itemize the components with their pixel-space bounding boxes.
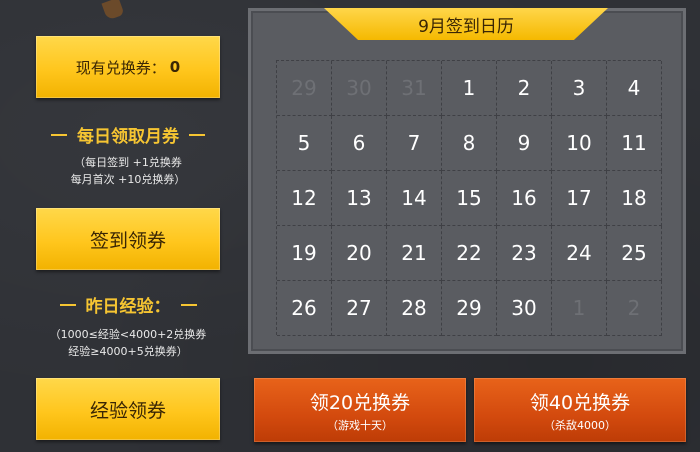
voucher-count-box: 现有兑换券： 0 — [36, 36, 220, 98]
calendar-day[interactable]: 12 — [277, 171, 332, 226]
exp-note-line: （1000≤经验<4000+2兑换券 — [49, 328, 207, 341]
calendar-day[interactable]: 21 — [387, 226, 442, 281]
calendar-grid: 29 30 31 1 2 3 4 5 6 7 8 9 10 11 12 13 14 15 16 17 18 19 20 21 2… — [276, 60, 662, 336]
calendar-day[interactable]: 20 — [332, 226, 387, 281]
claim-20-vouchers-button[interactable]: 领20兑换券 （游戏十天） — [254, 378, 466, 442]
calendar-day[interactable]: 6 — [332, 116, 387, 171]
calendar-title: 9月签到日历 — [324, 8, 608, 40]
title-dash-right — [189, 133, 205, 136]
signin-button[interactable]: 签到领券 — [36, 208, 220, 270]
decorative-mark — [101, 0, 125, 21]
calendar-day[interactable]: 11 — [607, 116, 662, 171]
calendar-day[interactable]: 27 — [332, 281, 387, 336]
calendar-day-outside-month: 2 — [607, 281, 662, 336]
calendar-day[interactable]: 26 — [277, 281, 332, 336]
calendar-day[interactable]: 14 — [387, 171, 442, 226]
claim-20-label: 领20兑换券 — [309, 391, 411, 414]
calendar-day-outside-month: 31 — [387, 61, 442, 116]
calendar-day[interactable]: 23 — [497, 226, 552, 281]
title-dash-left — [51, 133, 67, 136]
daily-note-line: （每日签到 +1兑换券 — [74, 156, 182, 169]
calendar-day[interactable]: 3 — [552, 61, 607, 116]
calendar-day[interactable]: 15 — [442, 171, 497, 226]
claim-20-condition: （游戏十天） — [327, 418, 393, 432]
calendar-day[interactable]: 16 — [497, 171, 552, 226]
calendar-day[interactable]: 17 — [552, 171, 607, 226]
claim-40-condition: （杀敌4000） — [544, 418, 616, 432]
calendar-day[interactable]: 5 — [277, 116, 332, 171]
exp-notes: （1000≤经验<4000+2兑换券 经验≥4000+5兑换券） — [28, 326, 228, 360]
calendar-day[interactable]: 2 — [497, 61, 552, 116]
calendar-day-outside-month: 30 — [332, 61, 387, 116]
exp-claim-button[interactable]: 经验领券 — [36, 378, 220, 440]
calendar-day[interactable]: 18 — [607, 171, 662, 226]
exp-note-line: 经验≥4000+5兑换券） — [68, 345, 188, 358]
calendar-day[interactable]: 24 — [552, 226, 607, 281]
daily-note-line: 每月首次 +10兑换券） — [70, 173, 186, 186]
calendar-day[interactable]: 29 — [442, 281, 497, 336]
claim-40-label: 领40兑换券 — [529, 391, 631, 414]
calendar-day[interactable]: 1 — [442, 61, 497, 116]
calendar-day[interactable]: 4 — [607, 61, 662, 116]
claim-40-vouchers-button[interactable]: 领40兑换券 （杀敌4000） — [474, 378, 686, 442]
exp-section-title: 昨日经验： — [28, 292, 228, 317]
voucher-label: 现有兑换券： — [75, 58, 166, 77]
calendar-day[interactable]: 8 — [442, 116, 497, 171]
calendar-day[interactable]: 22 — [442, 226, 497, 281]
daily-section-title: 每日领取月券 — [28, 122, 228, 147]
calendar-day[interactable]: 28 — [387, 281, 442, 336]
calendar-day-outside-month: 1 — [552, 281, 607, 336]
calendar-day[interactable]: 25 — [607, 226, 662, 281]
title-dash-right — [180, 303, 197, 306]
calendar-day[interactable]: 19 — [277, 226, 332, 281]
exp-section-title-text: 昨日经验： — [85, 297, 171, 317]
calendar-day[interactable]: 10 — [552, 116, 607, 171]
daily-section-title-text: 每日领取月券 — [77, 127, 179, 147]
title-dash-left — [59, 303, 76, 306]
voucher-count: 0 — [169, 58, 181, 76]
calendar-day[interactable]: 30 — [497, 281, 552, 336]
calendar-day-outside-month: 29 — [277, 61, 332, 116]
calendar-day[interactable]: 7 — [387, 116, 442, 171]
calendar-day[interactable]: 9 — [497, 116, 552, 171]
daily-notes: （每日签到 +1兑换券 每月首次 +10兑换券） — [28, 154, 228, 188]
calendar-day[interactable]: 13 — [332, 171, 387, 226]
